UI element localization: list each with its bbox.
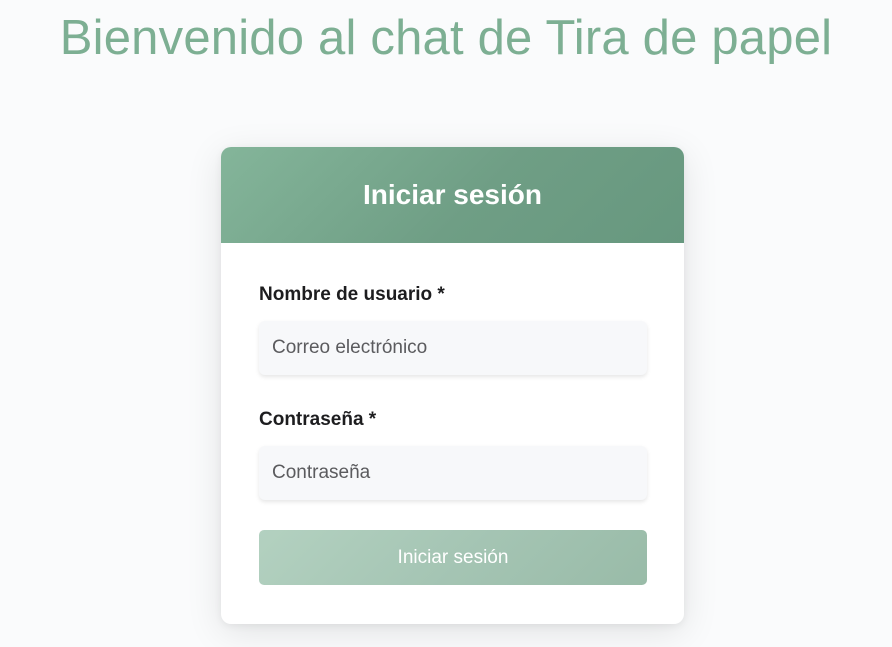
page-title: Bienvenido al chat de Tira de papel xyxy=(59,11,833,65)
login-header: Iniciar sesión xyxy=(221,147,684,243)
username-label: Nombre de usuario * xyxy=(259,284,445,305)
login-header-title: Iniciar sesión xyxy=(363,179,542,210)
login-card: Iniciar sesión Nombre de usuario * Contr… xyxy=(221,147,684,624)
login-submit-button[interactable]: Iniciar sesión xyxy=(259,530,647,585)
username-input[interactable] xyxy=(259,321,647,375)
password-input[interactable] xyxy=(259,446,647,500)
password-label: Contraseña * xyxy=(259,409,377,430)
